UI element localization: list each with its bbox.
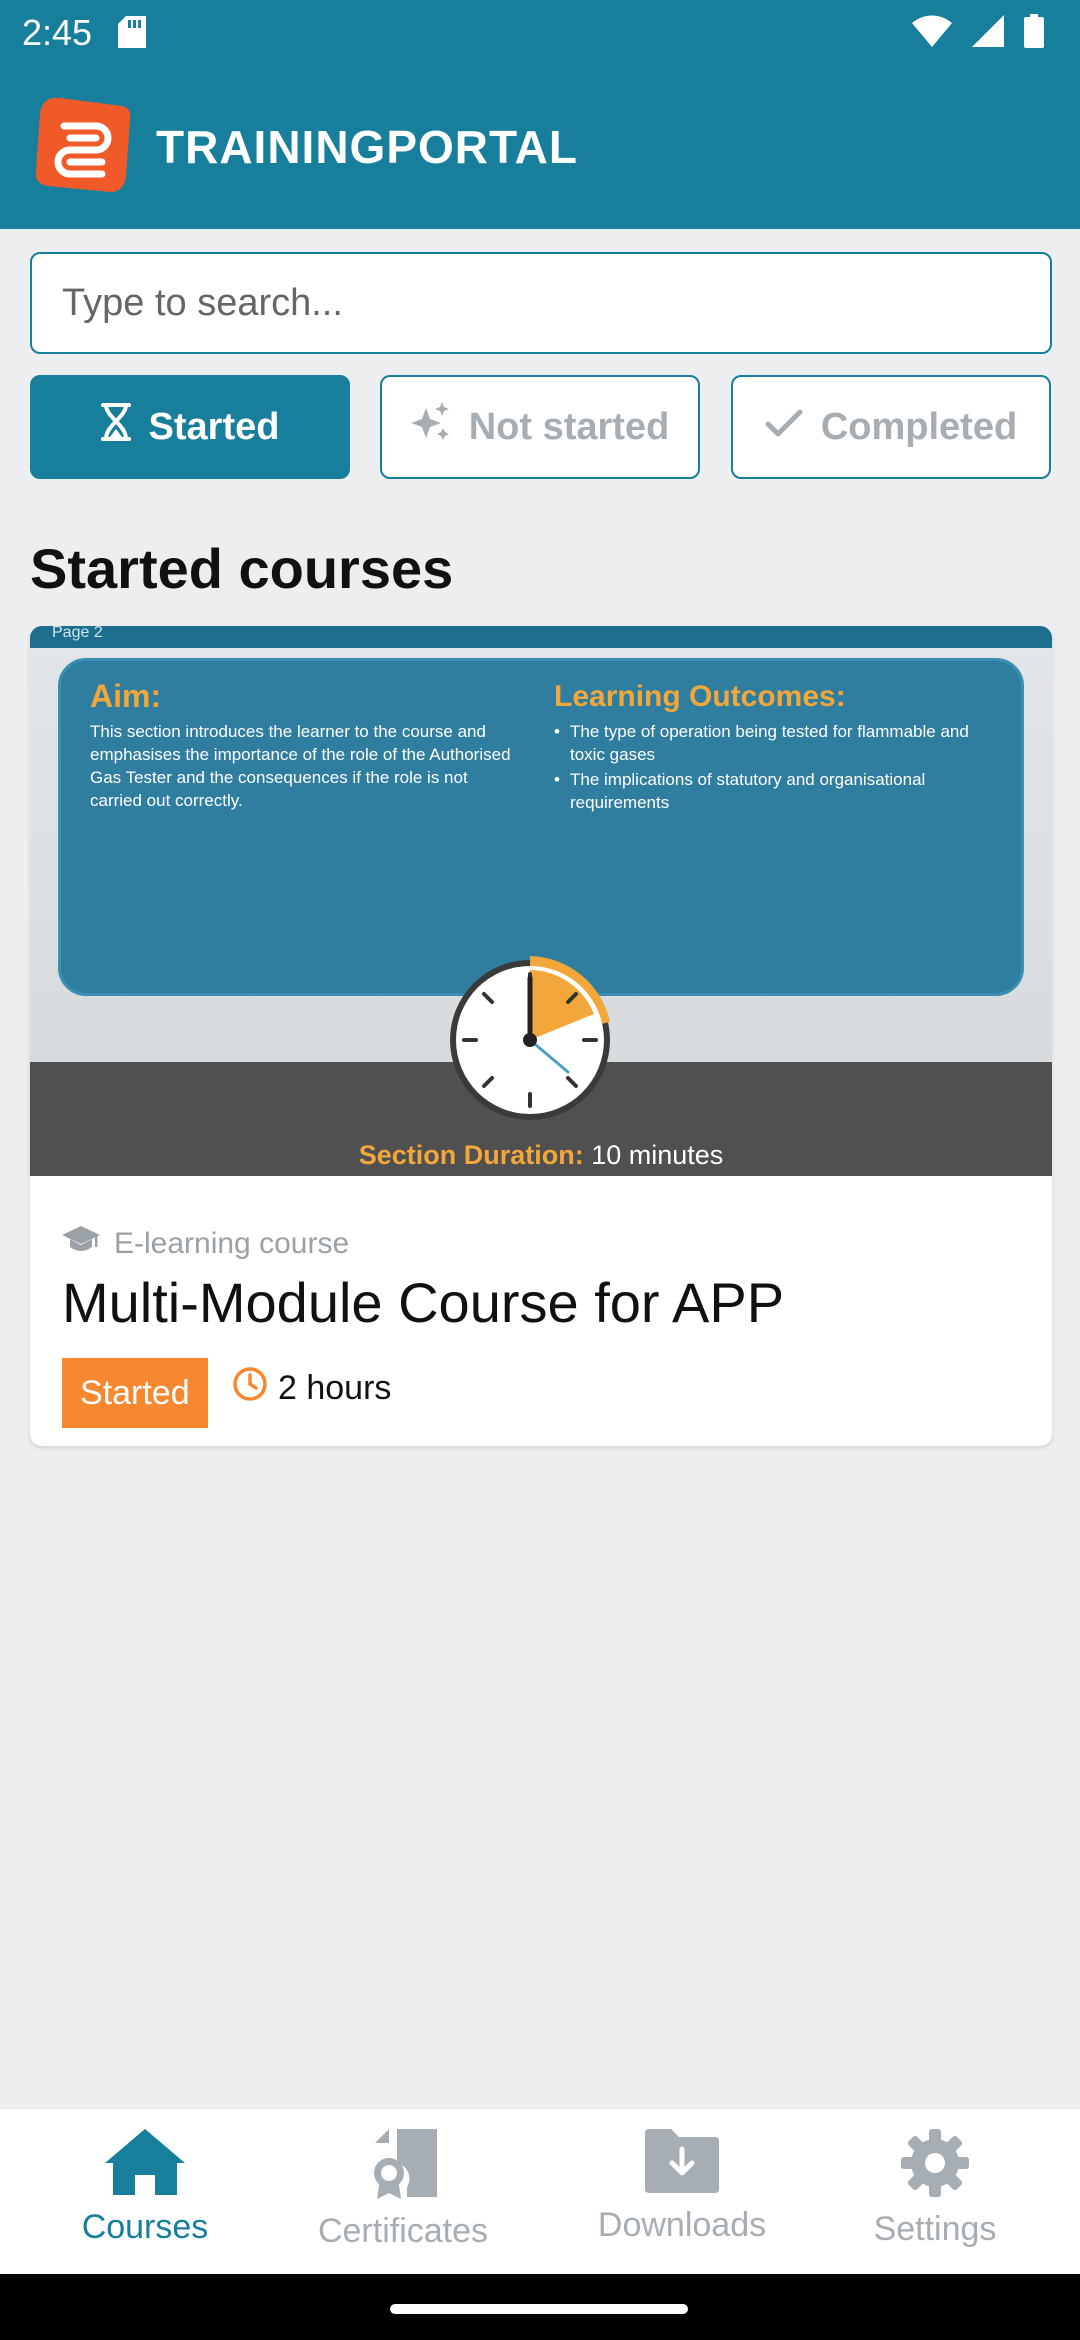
- duration-value: 10 minutes: [591, 1140, 724, 1170]
- nav-item-downloads[interactable]: Downloads: [547, 2129, 817, 2245]
- thumbnail-outcomes-title: Learning Outcomes:: [554, 680, 846, 713]
- outcome-item: The type of operation being tested for f…: [554, 720, 974, 766]
- thumbnail-topbar: [30, 626, 1052, 648]
- course-type: E-learning course: [62, 1226, 349, 1262]
- status-time: 2:45: [22, 12, 93, 53]
- section-title: Started courses: [30, 537, 454, 600]
- graduation-cap-icon: [62, 1226, 100, 1262]
- battery-icon: [1024, 14, 1044, 53]
- status-bar: 2:45: [0, 0, 1080, 66]
- nav-label-courses: Courses: [81, 2208, 209, 2246]
- home-gesture-handle[interactable]: [390, 2304, 688, 2314]
- certificate-icon: [367, 2129, 439, 2203]
- nav-item-certificates[interactable]: Certificates: [268, 2129, 538, 2251]
- status-badge: Started: [62, 1358, 208, 1428]
- filter-not-started-label: Not started: [468, 405, 670, 448]
- course-thumbnail: Page 2 Aim: This section introduces the …: [30, 626, 1052, 1176]
- search-input[interactable]: [30, 252, 1052, 354]
- thumbnail-aim-title: Aim:: [90, 678, 162, 714]
- thumbnail-aim-text: This section introduces the learner to t…: [90, 722, 511, 810]
- check-icon: [765, 406, 803, 449]
- nav-label-certificates: Certificates: [317, 2212, 489, 2250]
- thumbnail-panel: [58, 658, 1024, 996]
- hourglass-icon: [100, 403, 131, 451]
- course-type-label: E-learning course: [114, 1227, 350, 1260]
- nav-item-settings[interactable]: Settings: [800, 2129, 1070, 2249]
- clock-illustration-icon: [442, 948, 618, 1124]
- download-folder-icon: [645, 2129, 719, 2197]
- nav-label-downloads: Downloads: [597, 2206, 767, 2244]
- filter-started-label: Started: [148, 405, 280, 448]
- filter-completed-button[interactable]: Completed: [731, 375, 1051, 479]
- course-duration-label: 2 hours: [278, 1369, 392, 1407]
- sd-card-icon: [118, 16, 146, 53]
- filter-started-button[interactable]: Started: [30, 375, 350, 479]
- filter-completed-label: Completed: [820, 405, 1018, 448]
- course-card[interactable]: Page 2 Aim: This section introduces the …: [30, 626, 1052, 1446]
- home-icon: [105, 2129, 185, 2199]
- course-title: Multi-Module Course for APP: [62, 1271, 785, 1334]
- nav-item-courses[interactable]: Courses: [10, 2129, 280, 2247]
- gear-icon: [901, 2129, 969, 2201]
- system-gesture-area: [0, 2274, 1080, 2340]
- cell-signal-icon: [972, 15, 1004, 52]
- thumbnail-outcomes-list: The type of operation being tested for f…: [554, 720, 974, 816]
- wifi-icon: [912, 15, 952, 52]
- duration-label: Section Duration:: [358, 1140, 584, 1170]
- nav-label-settings: Settings: [873, 2210, 997, 2248]
- brand-title: TRAININGPORTAL: [156, 121, 579, 173]
- thumbnail-section-duration: Section Duration: 10 minutes: [30, 1140, 1052, 1171]
- trainingportal-logo-icon: [30, 94, 134, 198]
- clock-icon: [232, 1366, 268, 1411]
- app-header: TRAININGPORTAL: [0, 66, 1080, 229]
- sparkle-icon: [410, 402, 451, 452]
- bottom-navigation: Courses Certificates Downloads Settings: [0, 2108, 1080, 2274]
- filter-not-started-button[interactable]: Not started: [380, 375, 700, 479]
- course-duration: 2 hours: [232, 1366, 391, 1411]
- outcome-item: The implications of statutory and organi…: [554, 768, 974, 814]
- thumbnail-page-label: Page 2: [52, 626, 103, 641]
